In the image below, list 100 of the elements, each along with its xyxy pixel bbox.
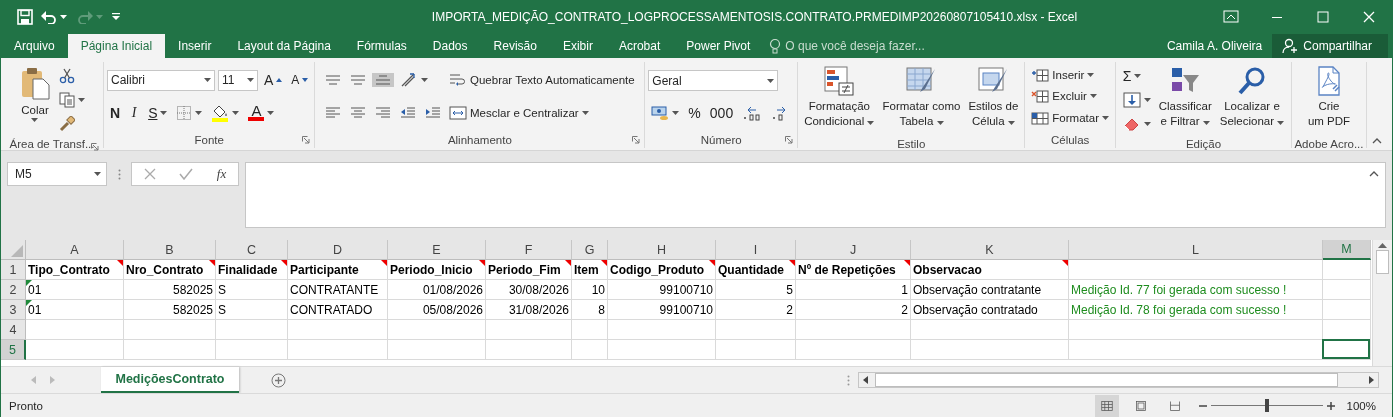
ribbon-tab[interactable]: Exibir bbox=[549, 34, 606, 58]
ribbon-tab[interactable]: Acrobat bbox=[605, 34, 674, 58]
column-header[interactable]: L bbox=[1069, 240, 1323, 260]
empty-cell[interactable] bbox=[216, 340, 288, 360]
empty-cell[interactable] bbox=[288, 320, 388, 340]
next-sheet-icon[interactable] bbox=[50, 376, 55, 384]
row-number[interactable]: 1 bbox=[1, 260, 26, 280]
align-center-icon[interactable] bbox=[350, 104, 366, 121]
collapse-ribbon-icon[interactable] bbox=[1372, 138, 1382, 144]
ribbon-display-icon[interactable] bbox=[1223, 9, 1239, 25]
empty-cell[interactable] bbox=[1323, 300, 1371, 320]
row-number[interactable]: 5 bbox=[1, 340, 26, 360]
eraser-icon[interactable] bbox=[1122, 116, 1141, 132]
empty-cell[interactable] bbox=[572, 340, 608, 360]
ribbon-button[interactable]: Inserir bbox=[1028, 64, 1098, 85]
column-header[interactable]: M bbox=[1323, 240, 1371, 260]
empty-cell[interactable] bbox=[1323, 280, 1371, 300]
format-button[interactable]: 000 bbox=[706, 103, 737, 123]
sort-filter-button[interactable]: Classificar e Filtrar bbox=[1155, 64, 1215, 136]
empty-cell[interactable] bbox=[796, 340, 911, 360]
align-top-icon[interactable] bbox=[325, 75, 341, 86]
ribbon-button[interactable]: Quebrar Texto Automaticamente bbox=[446, 70, 638, 91]
column-header[interactable]: B bbox=[124, 240, 216, 260]
share-button[interactable]: Compartilhar bbox=[1272, 34, 1388, 58]
conditional-formatting-button[interactable]: Formatação Condicional bbox=[801, 64, 878, 136]
empty-cell[interactable] bbox=[911, 320, 1069, 340]
add-sheet-icon[interactable] bbox=[271, 372, 286, 388]
ribbon-tab[interactable]: Arquivo bbox=[1, 34, 68, 58]
ribbon-button[interactable]: Excluir bbox=[1028, 86, 1100, 107]
ribbon-tab[interactable]: Inserir bbox=[165, 34, 225, 58]
pressed-toggle-button[interactable] bbox=[372, 73, 394, 88]
checkmark-icon[interactable] bbox=[179, 168, 194, 180]
empty-cell[interactable] bbox=[486, 320, 572, 340]
column-header[interactable]: G bbox=[572, 240, 608, 260]
sheet-tab[interactable]: MediçõesContrato bbox=[101, 367, 239, 393]
customize-caret-icon[interactable] bbox=[111, 13, 121, 21]
format-button[interactable]: % bbox=[685, 103, 704, 123]
dropdown-field[interactable]: Geral bbox=[648, 70, 779, 91]
decrease-indent-icon[interactable] bbox=[400, 104, 416, 121]
insert-function-button[interactable]: fx bbox=[216, 166, 227, 182]
ribbon-button[interactable]: Mesclar e Centralizar bbox=[446, 102, 592, 123]
underline-button[interactable]: S bbox=[145, 102, 171, 123]
maximize-icon[interactable] bbox=[1315, 9, 1331, 25]
empty-cell[interactable] bbox=[1069, 320, 1323, 340]
fill-down-icon[interactable] bbox=[1122, 92, 1141, 108]
paint-bucket-icon[interactable] bbox=[211, 103, 230, 122]
empty-cell[interactable] bbox=[216, 320, 288, 340]
active-cell[interactable] bbox=[1322, 339, 1370, 359]
empty-cell[interactable] bbox=[716, 320, 796, 340]
copy-icon[interactable] bbox=[59, 92, 75, 108]
dialog-launcher-icon[interactable] bbox=[785, 136, 794, 144]
row-number[interactable]: 3 bbox=[1, 300, 26, 320]
column-header[interactable]: E bbox=[388, 240, 486, 260]
ribbon-button[interactable]: Formatar bbox=[1028, 108, 1112, 129]
undo-icon[interactable] bbox=[41, 10, 57, 24]
close-icon[interactable] bbox=[1361, 9, 1377, 25]
dropdown-field[interactable]: Calibri bbox=[107, 69, 215, 91]
empty-cell[interactable] bbox=[288, 340, 388, 360]
empty-cell[interactable] bbox=[388, 340, 486, 360]
empty-cell[interactable] bbox=[716, 340, 796, 360]
dropdown-field[interactable]: 11 bbox=[218, 69, 258, 91]
ribbon-tab[interactable]: Layout da Página bbox=[224, 34, 344, 58]
zoom-in-icon[interactable] bbox=[1326, 401, 1335, 410]
ribbon-tab[interactable]: Revisão bbox=[480, 34, 550, 58]
cancel-icon[interactable] bbox=[143, 168, 156, 180]
scrollbar-thumb[interactable] bbox=[875, 373, 1338, 387]
scroll-up-icon[interactable] bbox=[1378, 243, 1387, 248]
find-select-button[interactable]: Localizar e Selecionar bbox=[1216, 64, 1288, 136]
shrink-button[interactable]: A bbox=[288, 71, 312, 89]
save-icon[interactable] bbox=[17, 9, 33, 25]
paintbrush-icon[interactable] bbox=[59, 116, 75, 132]
column-header[interactable]: I bbox=[716, 240, 796, 260]
column-header[interactable]: F bbox=[486, 240, 572, 260]
view-button[interactable] bbox=[1094, 394, 1119, 417]
empty-cell[interactable] bbox=[486, 340, 572, 360]
column-header[interactable]: J bbox=[796, 240, 911, 260]
name-box[interactable]: M5 bbox=[7, 162, 107, 186]
zoom-level[interactable]: 100% bbox=[1346, 399, 1376, 412]
row-number[interactable]: 4 bbox=[1, 320, 26, 340]
column-header[interactable]: A bbox=[26, 240, 124, 260]
currency-icon[interactable] bbox=[651, 105, 670, 121]
empty-cell[interactable] bbox=[1323, 260, 1371, 280]
increase-decimal-icon[interactable] bbox=[742, 105, 763, 121]
borders-icon[interactable] bbox=[176, 104, 193, 121]
empty-cell[interactable] bbox=[124, 340, 216, 360]
slider-thumb[interactable] bbox=[1264, 399, 1269, 412]
cell-styles-button[interactable]: Estilos de Célula bbox=[965, 64, 1022, 136]
scissors-icon[interactable] bbox=[59, 68, 75, 84]
create-pdf-button[interactable]: Crie um PDF bbox=[1304, 64, 1354, 136]
empty-cell[interactable] bbox=[388, 320, 486, 340]
column-header[interactable]: D bbox=[288, 240, 388, 260]
ribbon-tab[interactable]: Fórmulas bbox=[343, 34, 420, 58]
empty-cell[interactable] bbox=[124, 320, 216, 340]
grow-button[interactable]: A bbox=[261, 70, 286, 90]
formula-field[interactable] bbox=[245, 162, 1386, 228]
italic-button[interactable]: I bbox=[126, 102, 143, 123]
dialog-launcher-icon[interactable] bbox=[302, 136, 311, 144]
align-right-icon[interactable] bbox=[375, 104, 391, 121]
tell-me-field[interactable]: O que você deseja fazer... bbox=[785, 39, 925, 53]
increase-indent-icon[interactable] bbox=[425, 104, 441, 121]
